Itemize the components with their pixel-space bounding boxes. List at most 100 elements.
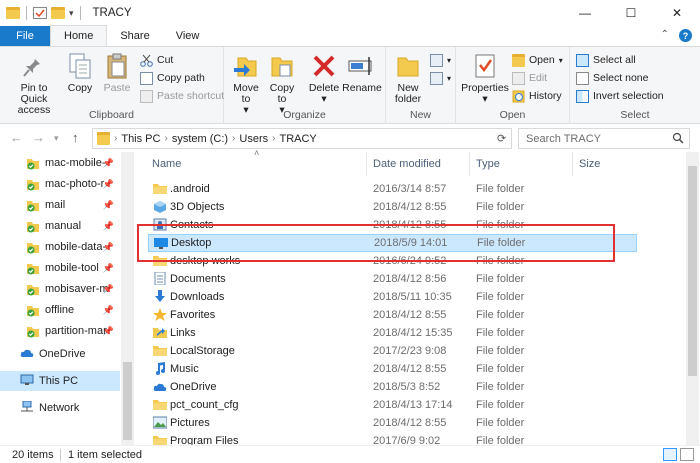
file-row[interactable]: Pictures 2018/4/12 8:55 File folder <box>148 414 637 432</box>
pin-icon[interactable]: 📌 <box>103 200 114 211</box>
file-list-scrollbar-thumb[interactable] <box>688 166 697 376</box>
tab-file[interactable]: File <box>0 26 50 46</box>
file-list-scrollbar[interactable] <box>686 152 699 445</box>
breadcrumb-tracy[interactable]: TRACY <box>279 133 316 145</box>
nav-item-pinned[interactable]: offline 📌 <box>0 300 120 320</box>
nav-item-this-pc[interactable]: This PC <box>0 371 120 391</box>
file-name: Pictures <box>170 417 210 429</box>
pin-icon[interactable]: 📌 <box>103 305 114 316</box>
invert-selection-button[interactable]: Invert selection <box>576 88 664 104</box>
tab-share[interactable]: Share <box>107 26 162 46</box>
refresh-icon[interactable]: ⟳ <box>497 132 506 145</box>
maximize-button[interactable]: ☐ <box>608 0 654 26</box>
file-row[interactable]: Links 2018/4/12 15:35 File folder <box>148 324 637 342</box>
nav-item-pinned[interactable]: mac-photo-r 📌 <box>0 174 120 194</box>
column-header-size[interactable]: Size <box>573 152 653 176</box>
pin-icon[interactable]: 📌 <box>103 242 114 253</box>
details-view-icon[interactable] <box>663 448 677 461</box>
edit-button[interactable]: Edit <box>512 70 547 86</box>
pin-icon[interactable]: 📌 <box>103 221 114 232</box>
copy-path-button[interactable]: Copy path <box>140 70 205 86</box>
back-arrow-icon[interactable]: ← <box>10 130 23 145</box>
file-row[interactable]: 3D Objects 2018/4/12 8:55 File folder <box>148 198 637 216</box>
nav-item-pinned[interactable]: mobile-data- 📌 <box>0 237 120 257</box>
paste-shortcut-button[interactable]: Paste shortcut <box>140 88 224 104</box>
pin-icon[interactable]: 📌 <box>103 326 114 337</box>
cut-label: Cut <box>157 54 174 66</box>
copy-to-button[interactable]: Copy to ▾ <box>266 51 298 116</box>
file-date: 2017/2/23 9:08 <box>373 345 447 357</box>
minimize-button[interactable]: — <box>562 0 608 26</box>
documents-icon <box>153 271 167 286</box>
properties-check-icon[interactable] <box>33 7 47 19</box>
new-folder-label: New folder <box>394 82 422 105</box>
tab-view[interactable]: View <box>163 26 213 46</box>
file-date: 2018/4/12 8:55 <box>373 309 447 321</box>
nav-item-pinned[interactable]: mail 📌 <box>0 195 120 215</box>
nav-item-onedrive[interactable]: OneDrive <box>0 344 120 364</box>
nav-scrollbar-thumb[interactable] <box>123 362 132 440</box>
pin-to-quick-access-button[interactable]: Pin to Quick access <box>6 51 62 116</box>
properties-label: Properties ▾ <box>461 82 509 105</box>
chevron-right-icon[interactable]: › <box>164 133 167 144</box>
delete-button[interactable]: Delete ▾ <box>308 51 340 105</box>
nav-item-label: mac-photo-r <box>45 178 105 190</box>
open-button[interactable]: Open ▾ <box>512 52 563 68</box>
file-row[interactable]: Downloads 2018/5/11 10:35 File folder <box>148 288 637 306</box>
close-button[interactable]: ✕ <box>654 0 700 26</box>
select-none-button[interactable]: Select none <box>576 70 648 86</box>
help-icon[interactable]: ? <box>679 29 692 42</box>
nav-item-pinned[interactable]: partition-mar 📌 <box>0 321 120 341</box>
address-bar[interactable]: › This PC › system (C:) › Users › TRACY <box>92 128 512 149</box>
nav-item-pinned[interactable]: mobile-tool 📌 <box>0 258 120 278</box>
nav-scrollbar[interactable] <box>121 152 134 445</box>
history-button[interactable]: History <box>512 88 562 104</box>
search-input[interactable]: Search TRACY <box>518 128 690 149</box>
file-row[interactable]: OneDrive 2018/5/3 8:52 File folder <box>148 378 637 396</box>
column-header-type[interactable]: Type <box>470 152 572 176</box>
file-row[interactable]: LocalStorage 2017/2/23 9:08 File folder <box>148 342 637 360</box>
breadcrumb-this-pc[interactable]: This PC <box>121 133 160 145</box>
copy-button[interactable]: Copy <box>64 51 96 94</box>
nav-item-pinned[interactable]: mac-mobile- 📌 <box>0 153 120 173</box>
new-item-button[interactable]: ▾ <box>430 52 451 68</box>
new-folder-button[interactable]: New folder <box>392 51 424 105</box>
file-row[interactable]: pct_count_cfg 2018/4/13 17:14 File folder <box>148 396 637 414</box>
select-all-button[interactable]: Select all <box>576 52 636 68</box>
file-row[interactable]: Music 2018/4/12 8:55 File folder <box>148 360 637 378</box>
forward-arrow-icon[interactable]: → <box>32 130 45 145</box>
move-to-button[interactable]: Move to ▾ <box>230 51 262 116</box>
file-row[interactable]: Favorites 2018/4/12 8:55 File folder <box>148 306 637 324</box>
properties-button[interactable]: Properties ▾ <box>460 51 510 105</box>
column-header-date[interactable]: Date modified <box>367 152 469 176</box>
breadcrumb-users[interactable]: Users <box>239 133 268 145</box>
cut-button[interactable]: Cut <box>140 52 173 68</box>
chevron-right-icon[interactable]: › <box>272 133 275 144</box>
pin-icon[interactable]: 📌 <box>103 158 114 169</box>
customize-dropdown-icon[interactable]: ▾ <box>69 8 74 19</box>
up-arrow-icon[interactable]: ↑ <box>72 130 79 145</box>
search-placeholder: Search TRACY <box>526 132 601 145</box>
nav-item-label: mail <box>45 199 66 211</box>
paste-button[interactable]: Paste <box>100 51 134 94</box>
large-icons-view-icon[interactable] <box>680 448 694 461</box>
recent-locations-icon[interactable]: ▾ <box>54 133 59 144</box>
file-row[interactable]: Documents 2018/4/12 8:56 File folder <box>148 270 637 288</box>
nav-item-pinned[interactable]: mobisaver-m 📌 <box>0 279 120 299</box>
pin-icon[interactable]: 📌 <box>103 263 114 274</box>
collapse-ribbon-icon[interactable]: ⌃ <box>661 29 669 42</box>
column-header-name[interactable]: Name ˄ <box>146 148 369 176</box>
pin-icon[interactable]: 📌 <box>103 284 114 295</box>
file-type: File folder <box>476 399 525 411</box>
file-row[interactable]: .android 2016/3/14 8:57 File folder <box>148 180 637 198</box>
nav-item-pinned[interactable]: manual 📌 <box>0 216 120 236</box>
new-folder-icon[interactable] <box>51 7 65 19</box>
nav-item-network[interactable]: Network <box>0 398 120 418</box>
nav-item-label: Network <box>39 402 80 414</box>
tab-home[interactable]: Home <box>50 25 108 46</box>
breadcrumb-system-c[interactable]: system (C:) <box>172 133 228 145</box>
chevron-right-icon[interactable]: › <box>232 133 235 144</box>
easy-access-button[interactable]: ▾ <box>430 70 451 86</box>
pin-icon[interactable]: 📌 <box>103 179 114 190</box>
rename-button[interactable]: Rename <box>342 51 382 94</box>
